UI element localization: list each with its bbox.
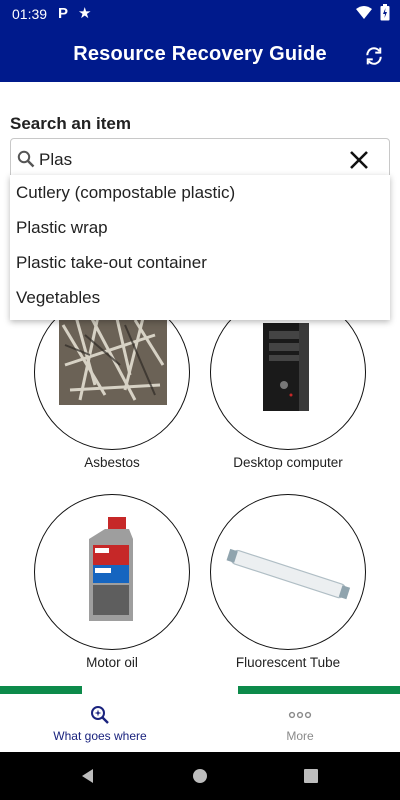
motor-oil-image [89,517,133,621]
item-label: Desktop computer [233,455,343,470]
status-time: 01:39 [12,6,48,22]
more-dots-icon [288,711,312,719]
wifi-icon [356,5,372,19]
app-bar: Resource Recovery Guide [0,28,400,82]
home-icon[interactable] [191,767,209,785]
nav-more[interactable]: More [200,694,400,752]
item-card-motor-oil[interactable]: Motor oil [34,494,190,671]
bottom-nav: What goes where More [0,694,400,752]
suggestion-item[interactable]: Plastic wrap [10,210,390,245]
search-input[interactable] [37,145,341,175]
nav-label: What goes where [53,729,147,743]
close-icon[interactable] [349,150,369,170]
search-icon [17,150,35,168]
item-card-desktop-computer[interactable]: Desktop computer [210,294,366,471]
item-label: Asbestos [84,455,140,470]
suggestion-dropdown: Cutlery (compostable plastic) Plastic wr… [10,175,390,320]
nav-what-goes-where[interactable]: What goes where [0,694,200,752]
green-band-cutout [82,686,238,694]
battery-icon [380,4,390,21]
recents-icon[interactable] [304,769,318,783]
item-card-asbestos[interactable]: Asbestos [34,294,190,471]
suggestion-item[interactable]: Cutlery (compostable plastic) [10,175,390,210]
search-sparkle-icon [91,706,109,724]
search-label: Search an item [10,114,131,133]
item-card-fluorescent-tube[interactable]: Fluorescent Tube [210,494,366,671]
suggestion-item[interactable]: Vegetables [10,280,390,315]
nav-label: More [286,729,314,743]
item-circle [34,494,190,650]
refresh-button[interactable] [360,42,388,70]
system-nav-bar [0,752,400,800]
item-label: Motor oil [86,655,138,670]
suggestion-item[interactable]: Plastic take-out container [10,245,390,280]
fluorescent-tube-image [226,548,351,600]
status-bar: 01:39 P ★ [0,0,400,28]
app-title: Resource Recovery Guide [73,43,327,65]
item-circle [210,494,366,650]
refresh-icon [366,47,382,65]
star-icon: ★ [78,5,92,22]
parking-p-icon: P [58,5,69,22]
status-right [356,4,390,21]
back-icon[interactable] [80,768,96,784]
item-label: Fluorescent Tube [235,655,341,670]
search-box[interactable] [10,138,390,180]
